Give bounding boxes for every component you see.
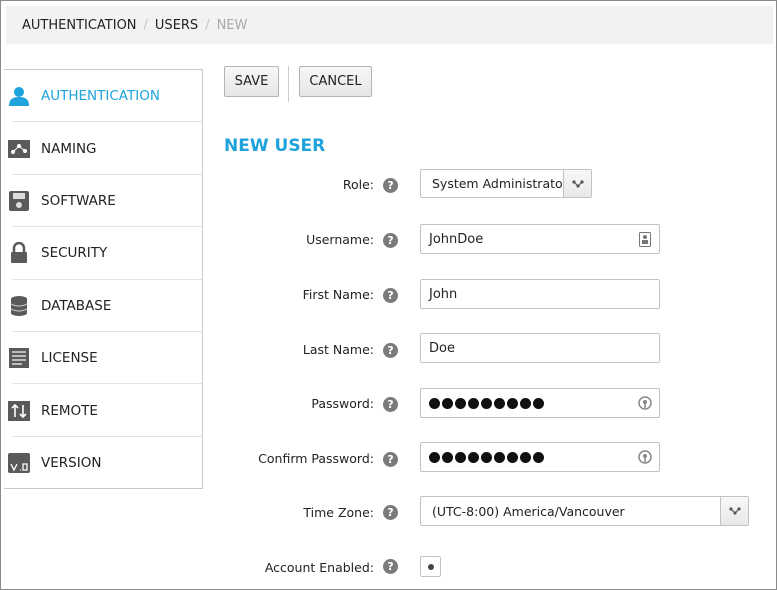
sidebar-item-database[interactable]: DATABASE: [4, 280, 202, 333]
sidebar-item-label: NAMING: [41, 140, 97, 157]
mask-dot: [520, 397, 531, 409]
sidebar-item-security[interactable]: SECURITY: [4, 227, 202, 280]
key-icon[interactable]: [637, 395, 653, 411]
mask-dot: [481, 397, 492, 409]
key-icon[interactable]: [637, 449, 653, 465]
sidebar: AUTHENTICATION NAMING SOFTWARE SECURITY …: [4, 69, 203, 489]
role-select-value: System Administrator: [432, 176, 568, 191]
mask-dot: [533, 451, 544, 463]
role-label: Role:: [342, 177, 374, 192]
first-name-field[interactable]: John: [420, 279, 660, 309]
naming-icon: [8, 138, 30, 160]
time-zone-value: (UTC-8:00) America/Vancouver: [432, 503, 625, 519]
mask-dot: [481, 451, 492, 463]
mask-dot: [442, 451, 453, 463]
mask-dot: [520, 451, 531, 463]
sidebar-item-naming[interactable]: NAMING: [4, 122, 202, 176]
mask-dot: [442, 397, 453, 409]
username-value: JohnDoe: [429, 231, 484, 247]
last-name-field[interactable]: Doe: [420, 333, 660, 363]
sidebar-item-label: SECURITY: [41, 245, 108, 262]
account-enabled-checkbox[interactable]: [420, 556, 441, 577]
chevron-down-icon: [563, 170, 591, 197]
time-zone-label: Time Zone:: [303, 505, 374, 520]
help-icon[interactable]: ?: [383, 505, 398, 520]
confirm-password-label: Confirm Password:: [258, 451, 374, 466]
sidebar-item-label: LICENSE: [41, 350, 98, 367]
first-name-value: John: [429, 286, 458, 302]
mask-dot: [468, 397, 479, 409]
time-zone-select[interactable]: (UTC-8:00) America/Vancouver: [420, 496, 749, 526]
toolbar-divider: [288, 66, 289, 102]
breadcrumb-separator: /: [205, 17, 210, 33]
lock-icon: [8, 242, 30, 264]
breadcrumb-authentication[interactable]: AUTHENTICATION: [22, 18, 137, 33]
confirm-password-field[interactable]: [420, 442, 660, 472]
license-icon: [8, 347, 30, 369]
breadcrumb: AUTHENTICATION / USERS / NEW: [6, 6, 773, 44]
breadcrumb-new: NEW: [216, 17, 248, 33]
mask-dot: [507, 397, 518, 409]
last-name-value: Doe: [429, 340, 455, 356]
chevron-down-icon: [720, 497, 748, 525]
sidebar-item-software[interactable]: SOFTWARE: [4, 175, 202, 228]
mask-dot: [468, 451, 479, 463]
username-label: Username:: [306, 232, 374, 247]
user-icon: [8, 85, 30, 107]
save-button[interactable]: SAVE: [224, 66, 279, 97]
username-field[interactable]: JohnDoe: [420, 224, 660, 254]
role-select[interactable]: System Administrator: [420, 169, 592, 198]
help-icon[interactable]: ?: [383, 559, 398, 574]
last-name-label: Last Name:: [302, 342, 374, 357]
password-field[interactable]: [420, 388, 660, 418]
page-title: NEW USER: [224, 136, 326, 156]
sidebar-item-version[interactable]: VERSION: [4, 437, 202, 489]
mask-dot: [533, 397, 544, 409]
help-icon[interactable]: ?: [383, 233, 398, 248]
mask-dot: [507, 451, 518, 463]
mask-dot: [494, 397, 505, 409]
help-icon[interactable]: ?: [383, 288, 398, 303]
remote-icon: [8, 400, 30, 422]
password-mask: [429, 397, 544, 409]
confirm-password-mask: [429, 451, 544, 463]
sidebar-item-label: AUTHENTICATION: [41, 88, 160, 105]
first-name-label: First Name:: [302, 287, 374, 302]
software-icon: [8, 190, 30, 212]
sidebar-item-label: SOFTWARE: [41, 192, 116, 209]
sidebar-item-authentication[interactable]: AUTHENTICATION: [4, 70, 202, 123]
password-label: Password:: [311, 396, 374, 411]
help-icon[interactable]: ?: [383, 397, 398, 412]
checkbox-mark: [427, 563, 434, 570]
sidebar-item-remote[interactable]: REMOTE: [4, 384, 202, 438]
help-icon[interactable]: ?: [383, 343, 398, 358]
account-enabled-label: Account Enabled:: [264, 560, 374, 575]
sidebar-item-label: DATABASE: [41, 297, 112, 314]
mask-dot: [455, 451, 466, 463]
help-icon[interactable]: ?: [383, 452, 398, 467]
help-icon[interactable]: ?: [383, 178, 398, 193]
cancel-button[interactable]: CANCEL: [299, 66, 372, 97]
mask-dot: [494, 451, 505, 463]
mask-dot: [429, 451, 440, 463]
database-icon: [8, 295, 30, 317]
breadcrumb-separator: /: [143, 17, 148, 33]
sidebar-item-license[interactable]: LICENSE: [4, 332, 202, 385]
sidebar-item-label: VERSION: [41, 454, 102, 471]
version-icon: [8, 452, 30, 474]
sidebar-item-label: REMOTE: [41, 402, 98, 419]
mask-dot: [455, 397, 466, 409]
mask-dot: [429, 397, 440, 409]
breadcrumb-users[interactable]: USERS: [155, 18, 198, 33]
contact-card-icon: [637, 231, 653, 247]
